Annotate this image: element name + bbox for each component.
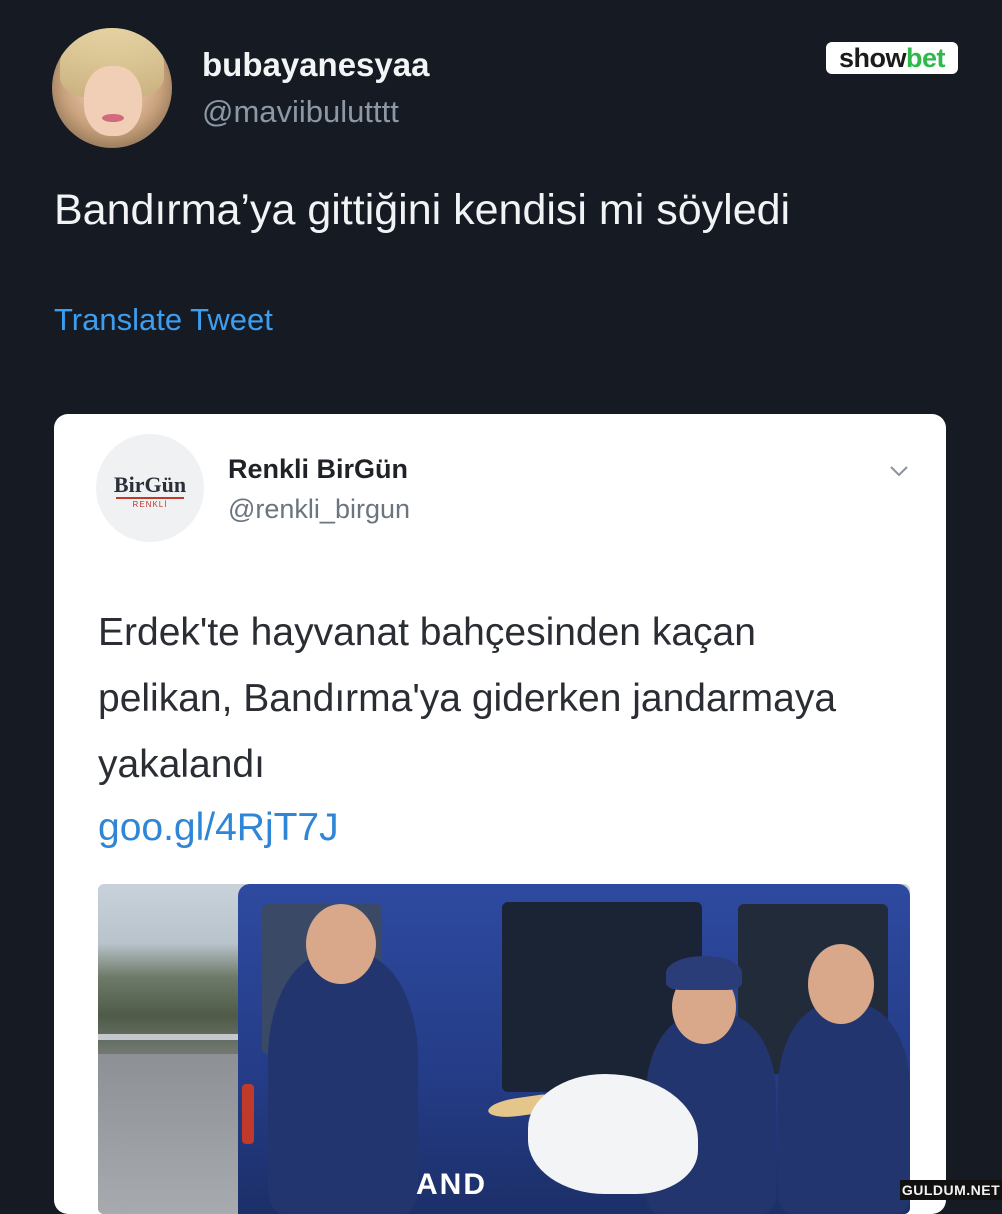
quoted-display-name[interactable]: Renkli BirGün <box>228 454 408 485</box>
tweet-handle[interactable]: @maviibulutttt <box>202 94 399 130</box>
brand-badge: showbet <box>826 42 958 74</box>
photo-person-right <box>778 944 910 1214</box>
person-left-head <box>306 904 376 984</box>
quoted-tweet-card[interactable]: BirGün RENKLİ Renkli BirGün @renkli_birg… <box>54 414 946 1214</box>
quoted-handle[interactable]: @renkli_birgun <box>228 494 410 525</box>
van-lettering: AND <box>416 1168 487 1201</box>
photo-guardrail <box>98 1034 248 1040</box>
avatar-lips <box>102 114 124 122</box>
van-lights <box>242 1084 254 1144</box>
tweet-text: Bandırma’ya gittiğini kendisi mi söyledi <box>54 186 791 234</box>
tweet-display-name[interactable]: bubayanesyaa <box>202 46 429 84</box>
logo-subtext: RENKLİ <box>132 500 168 509</box>
brand-badge-part1: show <box>838 43 907 73</box>
quoted-tweet-link[interactable]: goo.gl/4RjT7J <box>98 806 339 850</box>
photo-person-left <box>268 904 418 1214</box>
person-middle-cap <box>666 956 742 990</box>
photo-road <box>98 1054 258 1214</box>
user-avatar[interactable] <box>52 28 172 148</box>
birgun-logo[interactable]: BirGün RENKLİ <box>96 434 204 542</box>
translate-tweet-link[interactable]: Translate Tweet <box>54 302 273 338</box>
logo-underline <box>116 497 184 499</box>
chevron-down-icon[interactable] <box>888 460 910 482</box>
avatar-face <box>84 66 142 136</box>
logo-text: BirGün <box>113 472 187 497</box>
brand-badge-part2: bet <box>906 43 946 73</box>
site-watermark: GULDUM.NET <box>900 1180 1002 1200</box>
quoted-tweet-text: Erdek'te hayvanat bahçesinden kaçan peli… <box>98 611 837 786</box>
person-right-head <box>808 944 874 1024</box>
tweet-photo[interactable]: AND <box>98 884 910 1214</box>
